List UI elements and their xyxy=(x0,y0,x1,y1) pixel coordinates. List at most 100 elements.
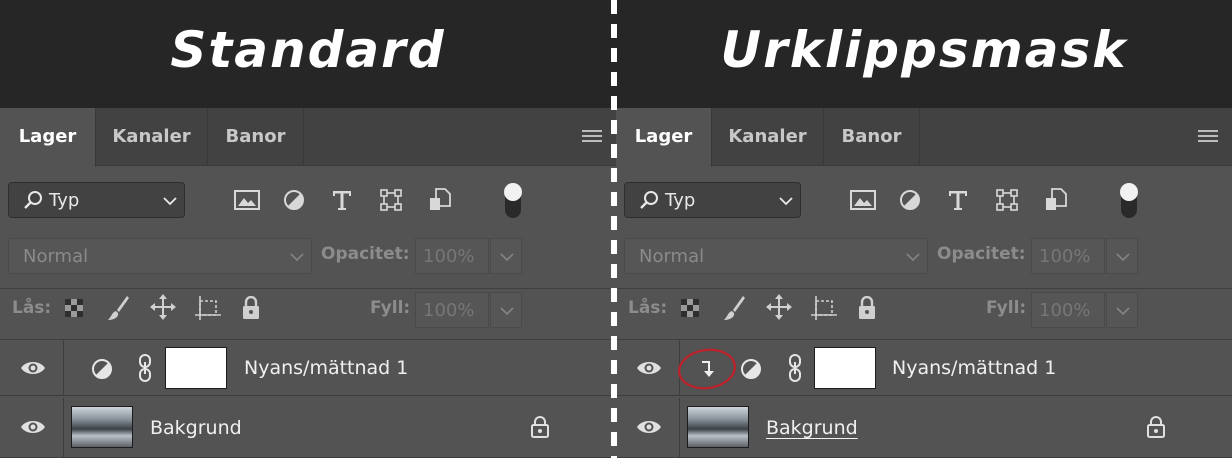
lock-icon xyxy=(531,416,549,438)
layer-row-background[interactable]: Bakgrund xyxy=(0,398,616,458)
opacity-input[interactable]: 100% xyxy=(1031,238,1105,274)
panel-menu-icon[interactable] xyxy=(582,130,602,144)
section-heading: Urklippsmask xyxy=(720,21,1128,79)
tab-lager[interactable]: Lager xyxy=(0,108,96,167)
blend-mode-label: Normal xyxy=(23,246,89,267)
search-icon xyxy=(640,191,658,209)
lock-all-icon[interactable] xyxy=(857,296,877,320)
lock-image-pixels-icon[interactable] xyxy=(106,294,130,322)
panel-menu-icon[interactable] xyxy=(1198,130,1218,144)
tab-kanaler[interactable]: Kanaler xyxy=(712,108,824,166)
filter-type-label: Typ xyxy=(665,190,696,211)
fill-value: 100% xyxy=(1039,300,1091,321)
panel-tabs: Lager Kanaler Banor xyxy=(0,108,616,167)
layer-row-hue-saturation[interactable]: Nyans/mättnad 1 xyxy=(616,340,1232,396)
shape-filter-icon[interactable] xyxy=(996,189,1018,211)
layer-name[interactable]: Bakgrund xyxy=(766,417,858,439)
section-heading: Standard xyxy=(170,21,446,79)
filter-toggle-switch[interactable] xyxy=(1119,182,1139,220)
fill-dropdown-button[interactable] xyxy=(1106,292,1138,328)
clipping-mask-section: Urklippsmask Lager Kanaler Banor Typ Nor… xyxy=(616,0,1232,458)
tab-lager[interactable]: Lager xyxy=(616,108,712,167)
layer-row-background[interactable]: Bakgrund xyxy=(616,398,1232,458)
type-filter-icon[interactable] xyxy=(331,189,353,211)
blend-mode-select[interactable]: Normal xyxy=(624,238,928,274)
lock-all-icon[interactable] xyxy=(241,296,261,320)
opacity-value: 100% xyxy=(1039,246,1091,267)
blend-mode-select[interactable]: Normal xyxy=(8,238,312,274)
filter-type-label: Typ xyxy=(49,190,80,211)
opacity-label: Opacitet: xyxy=(937,244,1026,264)
lock-icon xyxy=(1147,416,1165,438)
image-filter-icon[interactable] xyxy=(850,190,876,210)
tab-kanaler[interactable]: Kanaler xyxy=(96,108,208,166)
layer-mask-thumbnail[interactable] xyxy=(814,347,876,389)
eye-icon[interactable] xyxy=(20,419,46,435)
chevron-down-icon xyxy=(779,197,793,206)
shape-filter-icon[interactable] xyxy=(380,189,402,211)
fill-dropdown-button[interactable] xyxy=(490,292,522,328)
layer-name[interactable]: Nyans/mättnad 1 xyxy=(892,357,1056,379)
layers-panel: Lager Kanaler Banor Typ Normal Opacitet:… xyxy=(0,108,616,458)
chevron-down-icon xyxy=(1116,307,1130,316)
image-filter-icon[interactable] xyxy=(234,190,260,210)
filter-type-select[interactable]: Typ xyxy=(624,182,801,218)
opacity-label: Opacitet: xyxy=(321,244,410,264)
fill-input[interactable]: 100% xyxy=(1031,292,1105,328)
chevron-down-icon xyxy=(290,253,304,262)
layers-panel: Lager Kanaler Banor Typ Normal Opacitet:… xyxy=(616,108,1232,458)
opacity-value: 100% xyxy=(423,246,475,267)
lock-label: Lås: xyxy=(628,298,668,318)
adjustment-layer-icon xyxy=(741,359,761,379)
dashed-divider xyxy=(611,0,617,458)
layer-image-thumbnail[interactable] xyxy=(687,406,749,448)
blend-mode-label: Normal xyxy=(639,246,705,267)
filter-type-select[interactable]: Typ xyxy=(8,182,185,218)
smart-object-filter-icon[interactable] xyxy=(1045,188,1067,212)
chevron-down-icon xyxy=(163,197,177,206)
lock-artboard-icon[interactable] xyxy=(811,296,837,320)
lock-transparent-pixels-icon[interactable] xyxy=(64,298,84,318)
lock-label: Lås: xyxy=(12,298,52,318)
adjustment-filter-icon[interactable] xyxy=(899,189,921,211)
fill-label: Fyll: xyxy=(986,298,1027,318)
tab-banor[interactable]: Banor xyxy=(208,108,304,166)
eye-icon[interactable] xyxy=(636,419,662,435)
link-chain-icon[interactable] xyxy=(138,354,152,382)
divider xyxy=(616,288,1232,289)
lock-position-icon[interactable] xyxy=(150,294,176,320)
link-chain-icon[interactable] xyxy=(788,354,802,382)
divider xyxy=(0,288,616,289)
clipping-mask-arrow-icon xyxy=(702,361,714,377)
lock-artboard-icon[interactable] xyxy=(195,296,221,320)
layer-name[interactable]: Nyans/mättnad 1 xyxy=(244,357,408,379)
layer-name[interactable]: Bakgrund xyxy=(150,417,242,439)
layer-image-thumbnail[interactable] xyxy=(71,406,133,448)
visibility-column xyxy=(616,340,680,396)
visibility-column xyxy=(0,340,64,396)
chevron-down-icon xyxy=(500,253,514,262)
chevron-down-icon xyxy=(1116,253,1130,262)
panel-tabs: Lager Kanaler Banor xyxy=(616,108,1232,167)
tab-banor[interactable]: Banor xyxy=(824,108,920,166)
lock-transparent-pixels-icon[interactable] xyxy=(680,298,700,318)
visibility-column xyxy=(616,398,680,458)
adjustment-filter-icon[interactable] xyxy=(283,189,305,211)
lock-image-pixels-icon[interactable] xyxy=(722,294,746,322)
chevron-down-icon xyxy=(500,307,514,316)
fill-input[interactable]: 100% xyxy=(415,292,489,328)
adjustment-layer-icon xyxy=(92,359,112,379)
standard-section: Standard Lager Kanaler Banor Typ Normal … xyxy=(0,0,616,458)
visibility-column xyxy=(0,398,64,458)
eye-icon[interactable] xyxy=(636,360,662,376)
eye-icon[interactable] xyxy=(20,360,46,376)
layer-row-hue-saturation[interactable]: Nyans/mättnad 1 xyxy=(0,340,616,396)
smart-object-filter-icon[interactable] xyxy=(429,188,451,212)
opacity-input[interactable]: 100% xyxy=(415,238,489,274)
filter-toggle-switch[interactable] xyxy=(503,182,523,220)
opacity-dropdown-button[interactable] xyxy=(490,238,522,274)
lock-position-icon[interactable] xyxy=(766,294,792,320)
type-filter-icon[interactable] xyxy=(947,189,969,211)
opacity-dropdown-button[interactable] xyxy=(1106,238,1138,274)
layer-mask-thumbnail[interactable] xyxy=(165,347,227,389)
